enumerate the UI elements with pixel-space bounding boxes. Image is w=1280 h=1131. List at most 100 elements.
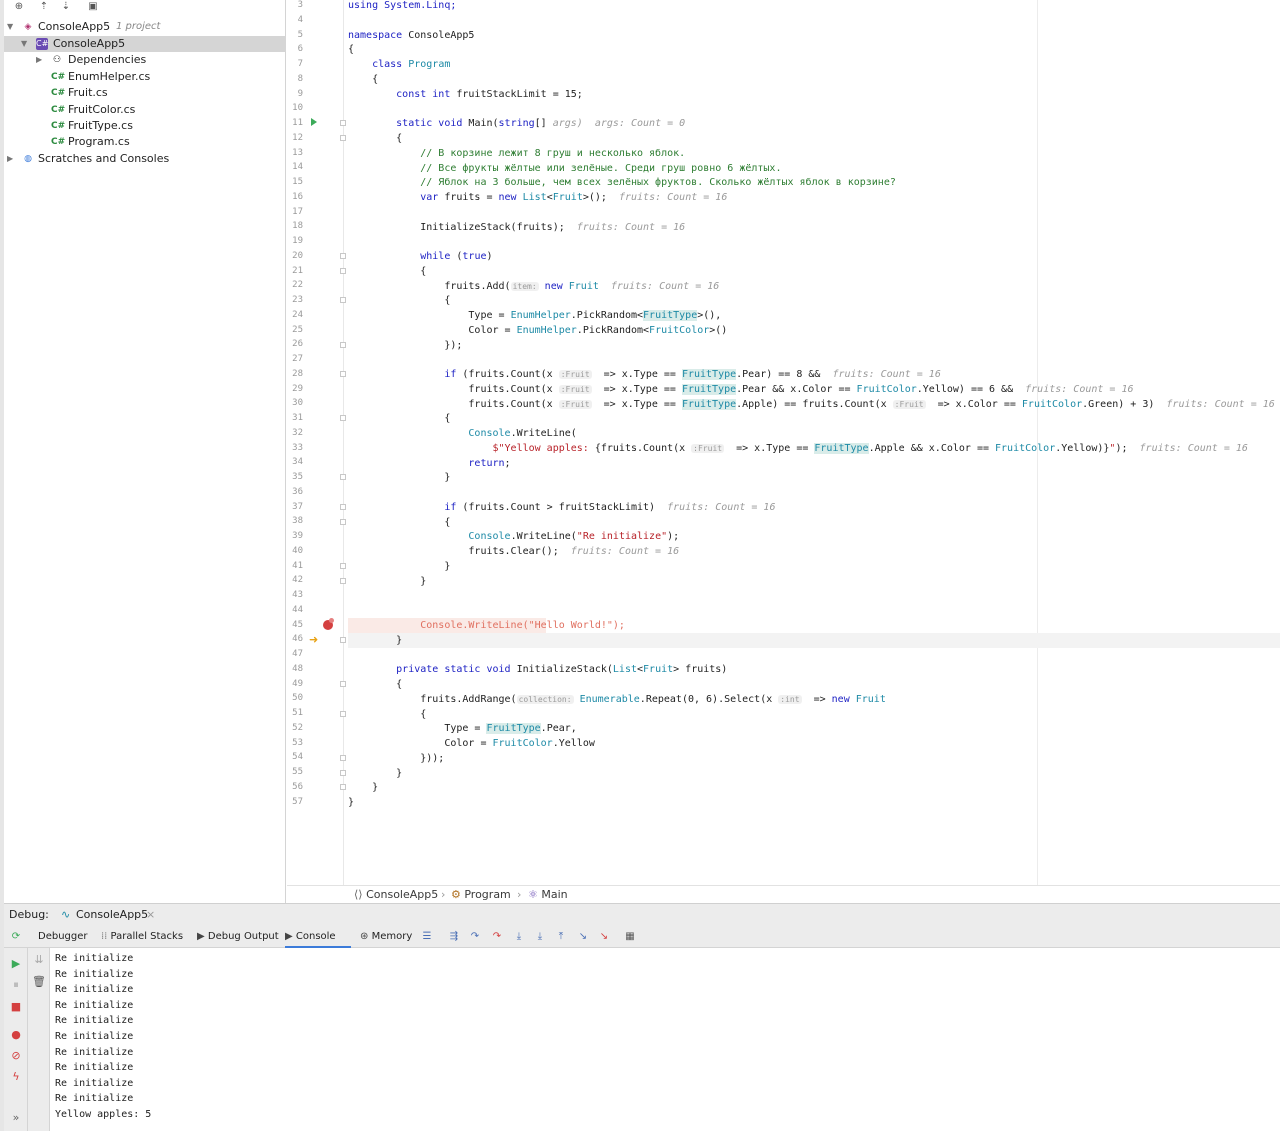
fold-marker-icon[interactable]: [340, 474, 346, 480]
fold-marker-icon[interactable]: [340, 681, 346, 687]
tree-item-dependencies[interactable]: ▶ ⚇ Dependencies: [4, 52, 286, 68]
code-line: const int fruitStackLimit = 15;: [348, 89, 583, 100]
line-number: 4: [297, 14, 303, 25]
force-step-over-icon[interactable]: ↷: [491, 931, 503, 943]
line-number: 56: [292, 781, 303, 792]
solution-hint: 1 project: [116, 21, 161, 32]
fold-marker-icon[interactable]: [340, 342, 346, 348]
line-number: 45: [292, 619, 303, 630]
tree-solution[interactable]: ▼ ◈ ConsoleApp5 1 project: [4, 19, 286, 35]
console-line: Re initialize: [55, 984, 134, 996]
run-method-icon[interactable]: [311, 118, 317, 126]
expand-all-icon[interactable]: ⇣: [59, 1, 73, 13]
step-out-icon[interactable]: ⤒: [555, 931, 567, 943]
chevron-right-icon: ›: [441, 888, 446, 901]
console-line: Re initialize: [55, 953, 134, 964]
fold-marker-icon[interactable]: [340, 120, 346, 126]
fold-marker-icon[interactable]: [340, 415, 346, 421]
scroll-to-end-icon[interactable]: ⇊: [32, 953, 46, 967]
debug-session-tab[interactable]: ConsoleApp5: [76, 904, 148, 926]
console-icon: ▶: [285, 931, 296, 942]
console-line: Re initialize: [55, 1015, 134, 1027]
pause-icon[interactable]: ⏸: [9, 978, 23, 992]
fold-marker-icon[interactable]: [340, 135, 346, 141]
editor-gutter[interactable]: 3 4 5 6 7 8 9 10 11 12 13 14 15 16 17 18 19 20 21 22 23 24 25 2…: [287, 0, 346, 885]
fold-marker-icon[interactable]: [340, 268, 346, 274]
fold-marker-icon[interactable]: [340, 297, 346, 303]
code-line: }: [348, 576, 427, 587]
parallel-stacks-icon: ⁞⁞: [101, 931, 111, 942]
code-line: Color = EnumHelper.PickRandom<FruitColor…: [348, 325, 728, 336]
tab-debug-output[interactable]: ▶ Debug Output: [197, 926, 279, 948]
fold-marker-icon[interactable]: [340, 371, 346, 377]
tab-debugger[interactable]: Debugger: [38, 926, 88, 948]
locate-file-icon[interactable]: ⊕: [12, 1, 26, 13]
rerun-icon[interactable]: ⟳: [10, 931, 22, 943]
step-over-icon[interactable]: ↷: [469, 931, 481, 943]
mute-breakpoints-icon[interactable]: ⊘: [9, 1049, 23, 1063]
tree-item-file[interactable]: C# Program.cs: [4, 134, 286, 150]
show-preview-icon[interactable]: ▣: [86, 1, 100, 13]
csharp-file-icon: C#: [51, 105, 66, 115]
fold-marker-icon[interactable]: [340, 637, 346, 643]
exception-breakpoints-icon[interactable]: ϟ: [9, 1070, 23, 1084]
tab-memory[interactable]: ⊛ Memory: [360, 926, 412, 948]
line-number: 54: [292, 752, 303, 763]
resume-icon[interactable]: ▶: [9, 957, 23, 971]
show-execution-point-icon[interactable]: ⇶: [448, 931, 460, 943]
expand-arrow-icon[interactable]: ▶: [7, 151, 17, 167]
line-number: 17: [292, 206, 303, 217]
code-editor[interactable]: 3 4 5 6 7 8 9 10 11 12 13 14 15 16 17 18 19 20 21 22 23 24 25 2…: [287, 0, 1280, 885]
expand-arrow-icon[interactable]: ▼: [7, 19, 17, 35]
line-number: 21: [292, 265, 303, 276]
stop-icon[interactable]: ■: [9, 1000, 23, 1014]
fold-marker-icon[interactable]: [340, 755, 346, 761]
breadcrumb-namespace[interactable]: ⟨⟩ ConsoleApp5: [354, 886, 438, 903]
fold-marker-icon[interactable]: [340, 253, 346, 259]
fold-marker-icon[interactable]: [340, 519, 346, 525]
expand-arrow-icon[interactable]: ▼: [21, 36, 31, 52]
menu-icon[interactable]: ☰: [421, 931, 433, 943]
code-area[interactable]: using System.Linq; namespace ConsoleApp5…: [348, 0, 1280, 885]
step-into-icon[interactable]: ⤓: [513, 931, 525, 943]
breakpoint-icon[interactable]: [323, 618, 334, 630]
fold-marker-icon[interactable]: [340, 563, 346, 569]
force-step-into-icon[interactable]: ⤓: [534, 931, 546, 943]
code-line: static void Main(string[] args) args: Co…: [348, 118, 686, 129]
close-icon[interactable]: ×: [146, 904, 155, 926]
tree-item-file[interactable]: C# FruitType.cs: [4, 118, 286, 134]
tree-item-label: Program.cs: [68, 135, 130, 148]
tree-item-file[interactable]: C# FruitColor.cs: [4, 102, 286, 118]
console-line: Re initialize: [55, 1093, 134, 1105]
tab-console[interactable]: ▶ Console: [285, 926, 351, 948]
breadcrumb-class[interactable]: ⚙ Program: [451, 886, 511, 903]
code-line: fruits.Add(item: new Fruit fruits: Count…: [348, 281, 720, 292]
fold-marker-icon[interactable]: [340, 784, 346, 790]
more-icon[interactable]: »: [9, 1111, 23, 1125]
solution-label: ConsoleApp5: [38, 20, 111, 33]
breadcrumb-method[interactable]: ⚛ Main: [528, 886, 568, 903]
run-to-cursor-icon[interactable]: ↘: [577, 931, 589, 943]
fold-marker-icon[interactable]: [340, 770, 346, 776]
tree-item-file[interactable]: C# Fruit.cs: [4, 85, 286, 101]
tree-item-file[interactable]: C# EnumHelper.cs: [4, 69, 286, 85]
tree-project[interactable]: ▼ C# ConsoleApp5: [4, 36, 286, 52]
tree-scratches[interactable]: ▶ ◍ Scratches and Consoles: [4, 151, 286, 167]
clear-console-icon[interactable]: 🗑: [32, 975, 46, 989]
collapse-all-icon[interactable]: ⇡: [37, 1, 51, 13]
tab-parallel-stacks[interactable]: ⁞⁞ Parallel Stacks: [101, 926, 183, 948]
line-number: 42: [292, 575, 303, 586]
expand-arrow-icon[interactable]: ▶: [36, 52, 46, 68]
view-breakpoints-icon[interactable]: ●: [9, 1028, 23, 1042]
fold-marker-icon[interactable]: [340, 504, 346, 510]
console-output[interactable]: Re initialize Re initialize Re initialize R…: [50, 948, 1280, 1131]
code-line: return;: [348, 458, 511, 469]
fold-marker-icon[interactable]: [340, 578, 346, 584]
fold-marker-icon[interactable]: [340, 711, 346, 717]
code-line: {: [348, 266, 427, 277]
execution-point-icon: ➜: [309, 633, 319, 646]
line-number: 33: [292, 442, 303, 453]
code-line: {: [348, 413, 451, 424]
force-run-to-cursor-icon[interactable]: ↘: [598, 931, 610, 943]
evaluate-expression-icon[interactable]: ▦: [624, 931, 636, 943]
